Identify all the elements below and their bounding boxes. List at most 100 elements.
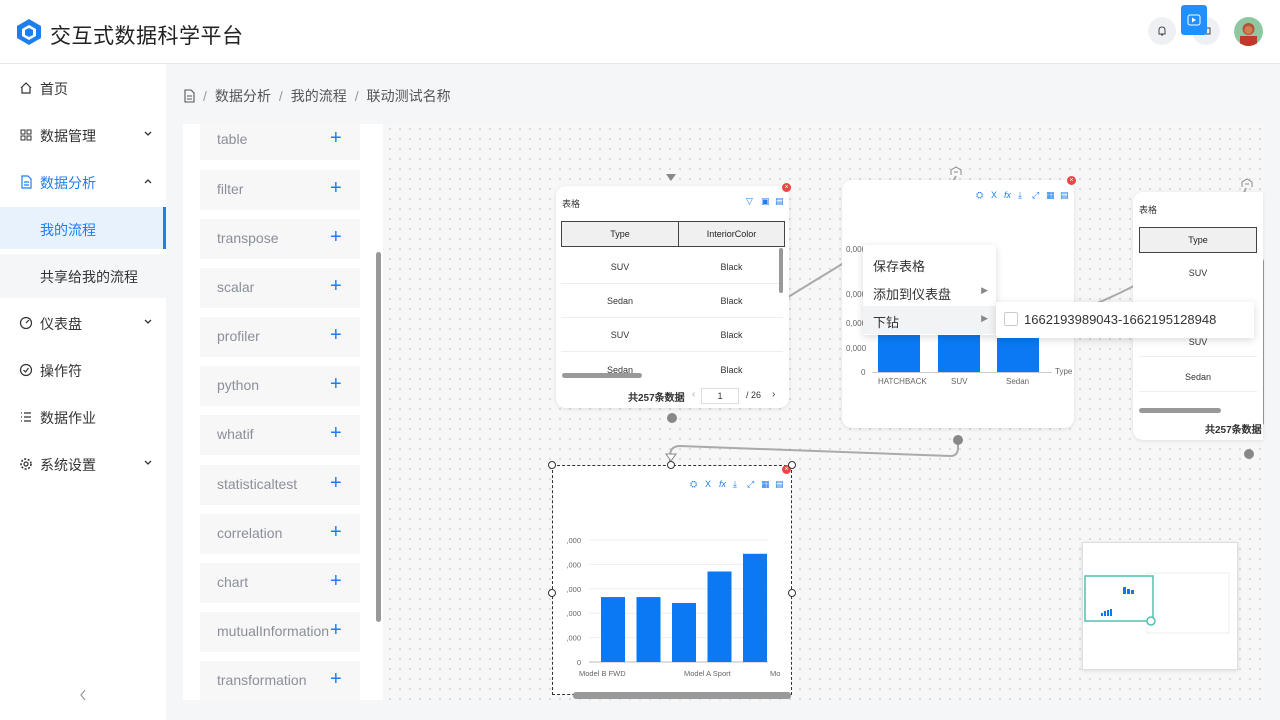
selected-chart-node[interactable]: ⛭ X fx ⤓ ⤢ ▦ ▤ ,000 ,000 ,000 ,000 ,000 0 Mode…	[552, 465, 792, 699]
operator-item[interactable]: python +	[200, 366, 360, 406]
resize-handle[interactable]	[788, 589, 796, 597]
nav-operators[interactable]: 操作符	[0, 348, 166, 392]
expand-icon[interactable]: ⤢	[1032, 190, 1039, 201]
column-header[interactable]: InteriorColor	[678, 221, 785, 247]
add-icon[interactable]: +	[330, 178, 342, 198]
close-x-icon[interactable]: X	[991, 190, 997, 200]
operator-item[interactable]: correlation +	[200, 514, 360, 554]
download-icon[interactable]: ⤓	[1018, 190, 1022, 201]
next-page-icon[interactable]: ›	[772, 389, 775, 400]
table-node-card[interactable]: 表格 ▽ ▣ ▤ Type InteriorColor SUV Black Se…	[556, 186, 789, 408]
submenu-checkbox[interactable]	[1004, 312, 1018, 326]
operator-item[interactable]: profiler +	[200, 317, 360, 357]
add-icon[interactable]: +	[330, 669, 342, 689]
chart-bar[interactable]	[938, 335, 980, 372]
operator-item[interactable]: chart +	[200, 563, 360, 603]
output-port[interactable]	[953, 435, 963, 445]
x-tick: Sedan	[1006, 377, 1030, 386]
table-hscroll[interactable]	[1139, 408, 1221, 413]
operator-item[interactable]: scalar +	[200, 268, 360, 308]
filter-icon[interactable]: ▽	[746, 196, 753, 207]
add-icon[interactable]: +	[330, 276, 342, 296]
chart-bar[interactable]	[672, 602, 696, 662]
nav-data-management[interactable]: 数据管理	[0, 113, 166, 157]
chart-hscroll[interactable]	[573, 692, 791, 699]
video-button[interactable]	[1181, 5, 1207, 35]
close-node-icon[interactable]: ×	[1067, 176, 1076, 185]
nav-my-flows[interactable]: 我的流程	[0, 207, 166, 249]
output-port[interactable]	[1244, 449, 1254, 459]
y-tick-label: 0	[577, 658, 581, 667]
table-icon[interactable]: ▦	[1046, 190, 1055, 201]
minimap[interactable]	[1082, 542, 1238, 670]
add-icon[interactable]: +	[330, 325, 342, 345]
download-icon[interactable]: ⤓	[733, 479, 737, 490]
operator-item[interactable]: mutualInformation +	[200, 612, 360, 652]
bug-icon[interactable]: ⛭	[690, 479, 697, 490]
table-vscroll[interactable]	[779, 248, 783, 293]
chart-bar[interactable]	[601, 597, 625, 662]
operator-item[interactable]: whatif +	[200, 415, 360, 455]
add-icon[interactable]: +	[330, 620, 342, 640]
save-icon[interactable]: ▣	[761, 196, 770, 207]
breadcrumb-item[interactable]: 我的流程	[291, 86, 347, 106]
fx-icon[interactable]: fx	[1004, 190, 1011, 200]
nav-dashboard[interactable]: 仪表盘	[0, 301, 166, 345]
collapse-sidebar-icon[interactable]	[78, 688, 88, 702]
operator-name: profiler	[217, 328, 260, 344]
table-icon[interactable]: ▤	[775, 196, 784, 207]
chart-bar[interactable]	[997, 335, 1039, 372]
resize-handle[interactable]	[548, 461, 556, 469]
close-x-icon[interactable]: X	[705, 479, 711, 489]
add-icon[interactable]: +	[330, 473, 342, 493]
add-icon[interactable]: +	[330, 128, 342, 148]
nav-data-analysis[interactable]: 数据分析	[0, 160, 166, 204]
panel-scrollbar[interactable]	[376, 252, 381, 622]
table-icon[interactable]: ▦	[761, 479, 770, 490]
chart-bar[interactable]	[878, 335, 920, 372]
operator-item[interactable]: transformation +	[200, 661, 360, 700]
notification-button[interactable]	[1148, 17, 1176, 45]
expand-icon[interactable]: ⤢	[747, 479, 754, 490]
output-port[interactable]	[667, 413, 677, 423]
check-circle-icon	[19, 363, 33, 377]
grid-icon[interactable]: ▤	[775, 479, 784, 490]
table-hscroll[interactable]	[562, 373, 642, 378]
add-icon[interactable]: +	[330, 571, 342, 591]
operator-item[interactable]: transpose +	[200, 219, 360, 259]
add-icon[interactable]: +	[330, 423, 342, 443]
fx-icon[interactable]: fx	[719, 479, 726, 489]
nav-home[interactable]: 首页	[0, 66, 166, 110]
chart-bar[interactable]	[636, 597, 661, 662]
operator-item[interactable]: statisticaltest +	[200, 465, 360, 505]
add-icon[interactable]: +	[330, 374, 342, 394]
column-header[interactable]: Type	[561, 221, 679, 247]
operator-item[interactable]: filter +	[200, 170, 360, 210]
prev-page-icon[interactable]: ‹	[692, 389, 695, 400]
resize-handle[interactable]	[667, 461, 675, 469]
operator-name: transpose	[217, 230, 279, 246]
bug-icon[interactable]: ⛭	[976, 190, 983, 201]
chart-bar[interactable]	[743, 553, 767, 662]
chart-bar[interactable]	[707, 571, 732, 662]
avatar[interactable]	[1234, 17, 1263, 46]
add-icon[interactable]: +	[330, 522, 342, 542]
breadcrumb-item[interactable]: 数据分析	[215, 86, 271, 106]
grid-icon[interactable]: ▤	[1060, 190, 1069, 201]
drill-down-menu-item[interactable]: 下钻 ▶	[863, 306, 996, 334]
page-input[interactable]: 1	[701, 388, 739, 404]
operator-item[interactable]: table +	[200, 124, 360, 160]
save-table-menu-item[interactable]: 保存表格	[863, 250, 996, 278]
nav-shared-flows[interactable]: 共享给我的流程	[0, 254, 166, 298]
add-icon[interactable]: +	[330, 227, 342, 247]
add-to-dashboard-menu-item[interactable]: 添加到仪表盘 ▶	[863, 278, 996, 306]
column-header[interactable]: Type	[1139, 227, 1257, 253]
resize-handle[interactable]	[548, 589, 556, 597]
nav-data-jobs[interactable]: 数据作业	[0, 395, 166, 439]
x-axis-label: Type	[1055, 367, 1073, 376]
resize-handle[interactable]	[788, 461, 796, 469]
nav-system-settings[interactable]: 系统设置	[0, 442, 166, 486]
close-node-icon[interactable]: ×	[782, 183, 791, 192]
submenu-item-label[interactable]: 1662193989043-1662195128948	[1024, 312, 1216, 327]
menu-label: 添加到仪表盘	[873, 287, 952, 302]
